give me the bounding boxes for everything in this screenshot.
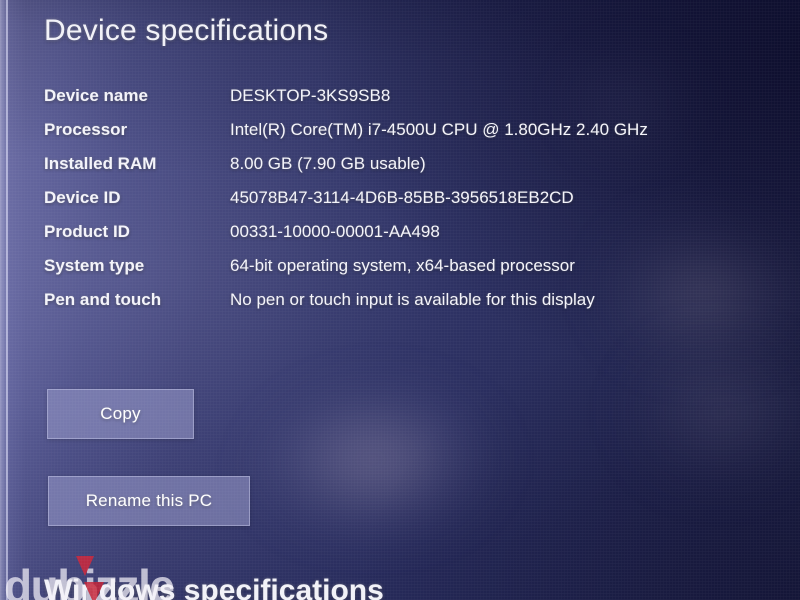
spec-label-device-id: Device ID xyxy=(44,188,121,207)
spec-value-system-type: 64-bit operating system, x64-based proce… xyxy=(230,256,575,275)
table-row: Product ID 00331-10000-00001-AA498 xyxy=(44,222,784,256)
spec-value-device-id: 45078B47-3114-4D6B-85BB-3956518EB2CD xyxy=(230,188,574,207)
device-specifications-table: Device name DESKTOP-3KS9SB8 Processor In… xyxy=(44,86,784,324)
table-row: Installed RAM 8.00 GB (7.90 GB usable) xyxy=(44,154,784,188)
page-title: Device specifications xyxy=(44,14,329,47)
spec-label-pen-and-touch: Pen and touch xyxy=(44,290,162,309)
spec-label-processor: Processor xyxy=(44,120,128,139)
spec-value-pen-and-touch: No pen or touch input is available for t… xyxy=(230,290,595,309)
spec-value-product-id: 00331-10000-00001-AA498 xyxy=(230,222,440,241)
settings-content: Device specifications Device name DESKTO… xyxy=(0,0,800,600)
spec-label-device-name: Device name xyxy=(44,86,148,105)
spec-label-system-type: System type xyxy=(44,256,145,275)
table-row: Device name DESKTOP-3KS9SB8 xyxy=(44,86,784,120)
table-row: System type 64-bit operating system, x64… xyxy=(44,256,784,290)
device-specifications-screen: Device specifications Device name DESKTO… xyxy=(0,0,800,600)
table-row: Pen and touch No pen or touch input is a… xyxy=(44,290,784,324)
copy-button[interactable]: Copy xyxy=(47,389,194,439)
spec-label-product-id: Product ID xyxy=(44,222,130,241)
table-row: Processor Intel(R) Core(TM) i7-4500U CPU… xyxy=(44,120,784,154)
spec-value-processor: Intel(R) Core(TM) i7-4500U CPU @ 1.80GHz… xyxy=(230,120,648,139)
spec-value-device-name: DESKTOP-3KS9SB8 xyxy=(230,86,391,105)
windows-specifications-heading: Windows specifications xyxy=(44,574,384,600)
rename-this-pc-button[interactable]: Rename this PC xyxy=(48,476,250,526)
spec-label-installed-ram: Installed RAM xyxy=(44,154,157,173)
table-row: Device ID 45078B47-3114-4D6B-85BB-395651… xyxy=(44,188,784,222)
spec-value-installed-ram: 8.00 GB (7.90 GB usable) xyxy=(230,154,426,173)
